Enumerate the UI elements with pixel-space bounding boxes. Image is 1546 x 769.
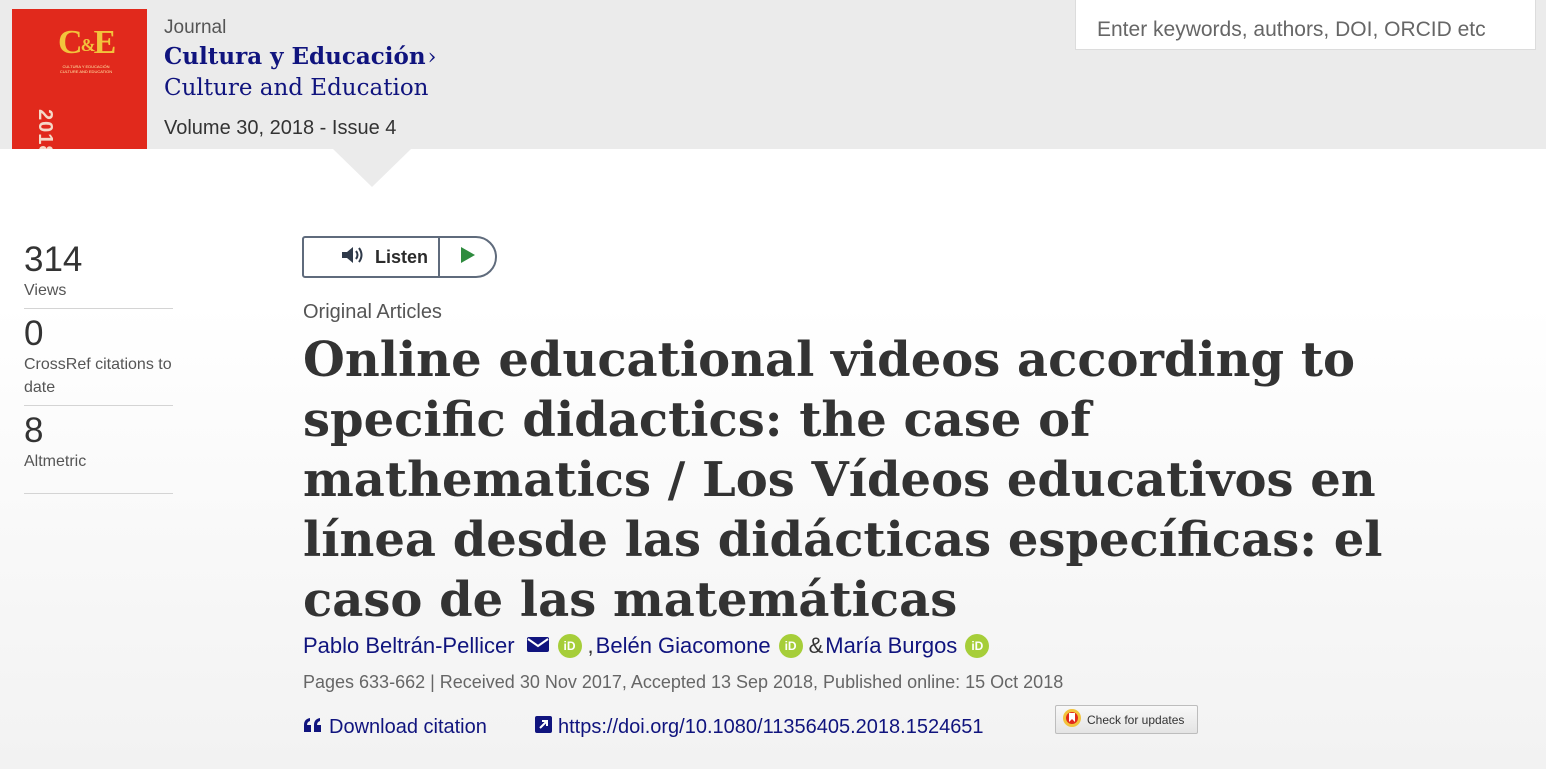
author-separator: ,: [587, 633, 594, 658]
header-pointer: [333, 149, 411, 187]
search-input[interactable]: [1075, 0, 1536, 50]
metric-label: Views: [24, 282, 67, 299]
quote-icon: [303, 716, 322, 739]
journal-title-link[interactable]: Cultura y Educación›: [164, 43, 436, 70]
author-link[interactable]: María Burgos: [825, 633, 957, 659]
play-button[interactable]: [440, 238, 495, 276]
article-type: Original Articles: [303, 301, 442, 323]
listen-label: Listen: [374, 246, 428, 267]
author-list: Pablo Beltrán-Pellicer iD , Belén Giacom…: [303, 633, 993, 659]
article-title: Online educational videos according to s…: [303, 332, 1383, 628]
issue-line: Volume 30, 2018 - Issue 4: [164, 117, 396, 140]
metric-value: 0: [24, 314, 44, 353]
envelope-icon[interactable]: [526, 633, 550, 659]
listen-widget: Listen: [302, 236, 497, 278]
play-icon: [460, 246, 476, 269]
orcid-icon[interactable]: iD: [778, 634, 803, 658]
cover-volume-mark: 2018·30/4: [33, 109, 56, 149]
metric-label: CrossRef citations to date: [24, 356, 172, 396]
crossmark-icon: [1062, 708, 1082, 731]
orcid-icon[interactable]: iD: [557, 634, 582, 658]
author-link[interactable]: Belén Giacomone: [596, 633, 771, 659]
journal-cover-image[interactable]: C&E CULTURA Y EDUCACIÓN CULTURE AND EDUC…: [12, 9, 147, 149]
issue-link[interactable]: Issue 4: [332, 117, 396, 139]
speaker-icon: [341, 245, 367, 270]
author-separator: &: [808, 633, 824, 658]
publication-info: Pages 633-662 | Received 30 Nov 2017, Ac…: [303, 672, 1064, 692]
download-citation-label: Download citation: [329, 716, 487, 738]
doi-label: https://doi.org/10.1080/11356405.2018.15…: [558, 716, 984, 738]
download-citation-link[interactable]: Download citation: [303, 716, 487, 739]
orcid-icon[interactable]: iD: [965, 634, 990, 658]
journal-subtitle: Culture and Education: [164, 75, 429, 101]
listen-button[interactable]: Listen: [304, 238, 440, 276]
cover-logo: C&E: [58, 24, 116, 61]
check-updates-label: Check for updates: [1087, 712, 1185, 727]
chevron-right-icon: ›: [427, 45, 437, 70]
metric-altmetric[interactable]: 8 Altmetric: [24, 412, 173, 494]
metric-label: Altmetric: [24, 453, 87, 470]
author-link[interactable]: Pablo Beltrán-Pellicer: [303, 633, 515, 659]
external-link-icon: [535, 716, 552, 739]
volume-link[interactable]: Volume 30, 2018 -: [164, 117, 332, 139]
metric-views: 314 Views: [24, 241, 173, 309]
check-for-updates-button[interactable]: Check for updates: [1055, 705, 1198, 734]
cover-subtitle: CULTURA Y EDUCACIÓN CULTURE AND EDUCATIO…: [59, 64, 113, 74]
metric-value: 314: [24, 240, 83, 279]
journal-label: Journal: [164, 17, 227, 38]
metric-crossref-citations: 0 CrossRef citations to date: [24, 315, 173, 406]
doi-link[interactable]: https://doi.org/10.1080/11356405.2018.15…: [535, 716, 984, 739]
metric-value: 8: [24, 411, 44, 450]
